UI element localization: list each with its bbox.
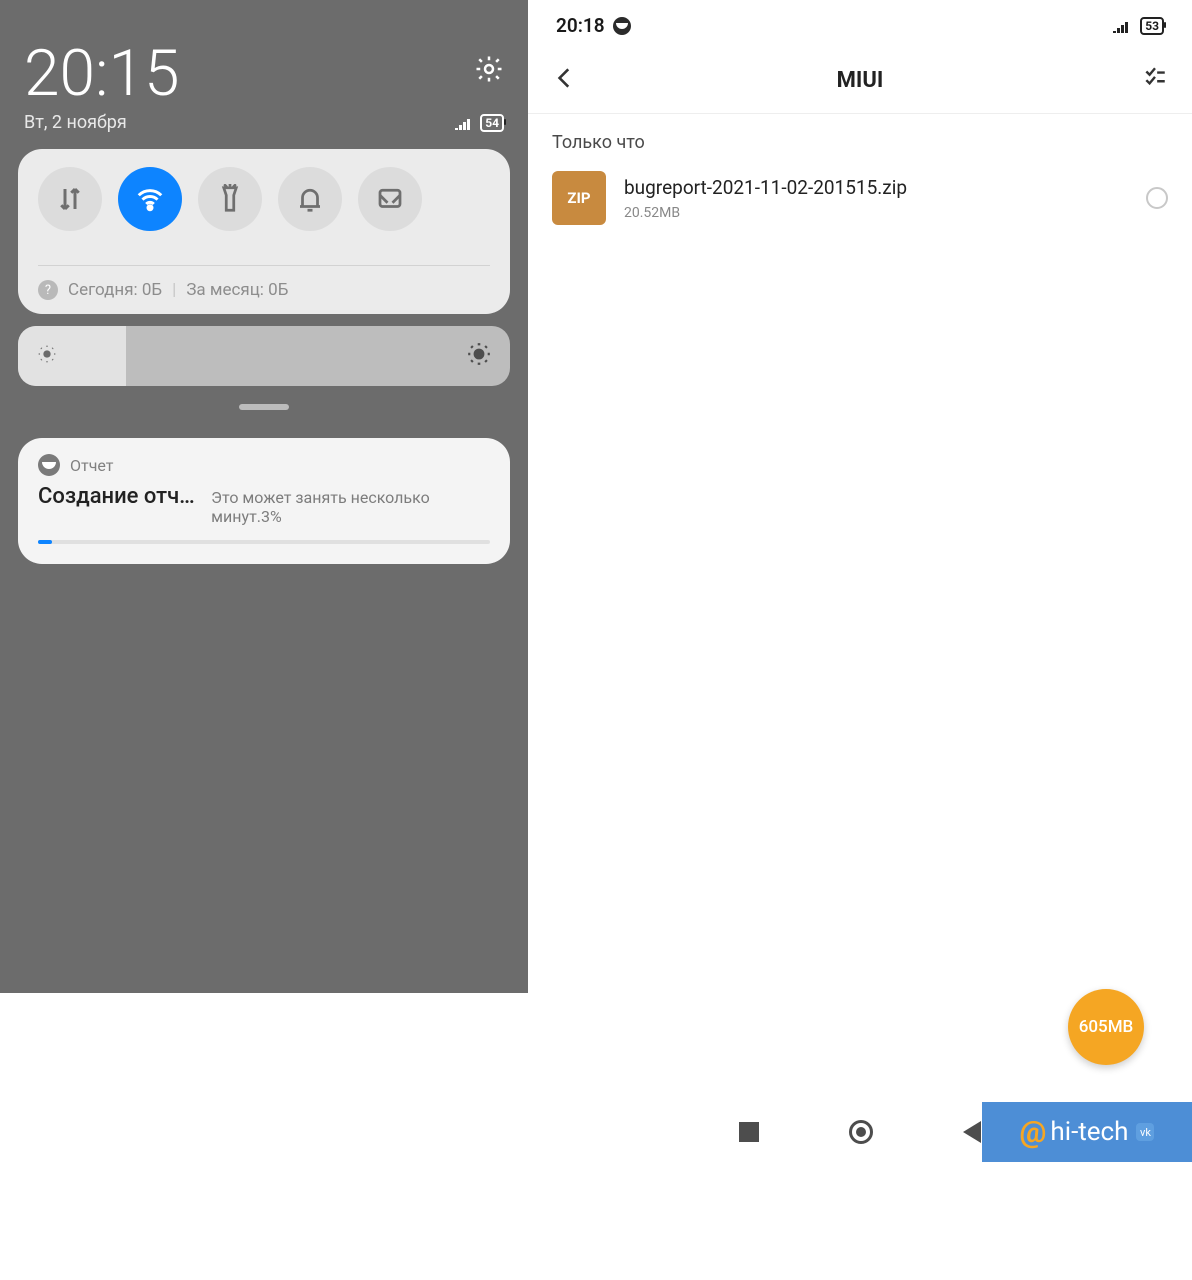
notif-subtitle: Это может занять несколько минут.3% bbox=[211, 488, 490, 526]
shade-handle[interactable] bbox=[239, 404, 289, 410]
notification-card[interactable]: Отчет Создание отче.. Это может занять н… bbox=[18, 438, 510, 564]
dnd-toggle[interactable] bbox=[278, 167, 342, 231]
file-row[interactable]: ZIP bugreport-2021-11-02-201515.zip 20.5… bbox=[528, 161, 1192, 235]
report-app-icon bbox=[38, 454, 60, 476]
question-icon: ? bbox=[38, 280, 58, 300]
gear-icon[interactable] bbox=[474, 54, 504, 88]
date: Вт, 2 ноября bbox=[24, 112, 127, 133]
select-all-icon[interactable] bbox=[1142, 65, 1168, 95]
brightness-low-icon bbox=[36, 343, 58, 369]
nav-back-icon[interactable] bbox=[963, 1121, 981, 1143]
zip-file-icon: ZIP bbox=[552, 171, 606, 225]
at-icon: @ bbox=[1020, 1115, 1047, 1150]
app-navbar: MIUI bbox=[528, 43, 1192, 114]
screenshot-toggle[interactable] bbox=[358, 167, 422, 231]
file-select-radio[interactable] bbox=[1146, 187, 1168, 209]
navbar-title: MIUI bbox=[837, 68, 884, 93]
vk-icon: vk bbox=[1136, 1123, 1154, 1141]
brightness-high-icon bbox=[466, 341, 492, 371]
wifi-toggle[interactable] bbox=[118, 167, 182, 231]
status-bar: 20:18 53 bbox=[528, 0, 1192, 43]
notif-progress bbox=[38, 540, 490, 544]
back-icon[interactable] bbox=[552, 65, 578, 95]
status-icons: 54 bbox=[454, 114, 504, 132]
status-app-icon bbox=[613, 17, 631, 35]
watermark-text: hi-tech bbox=[1050, 1117, 1128, 1147]
usage-month: За месяц: 0Б bbox=[186, 280, 288, 300]
usage-today: Сегодня: 0Б bbox=[68, 280, 162, 300]
clock: 20:15 bbox=[24, 42, 179, 106]
notif-title: Создание отче.. bbox=[38, 484, 195, 509]
nav-home-icon[interactable] bbox=[849, 1120, 873, 1144]
quick-toggles-card: ? Сегодня: 0Б | За месяц: 0Б bbox=[18, 149, 510, 314]
section-label: Только что bbox=[528, 114, 1192, 161]
notification-shade: 20:15 Вт, 2 ноября 54 bbox=[0, 0, 528, 993]
status-time: 20:18 bbox=[556, 14, 605, 37]
signal-icon bbox=[1112, 19, 1132, 33]
nav-recents-icon[interactable] bbox=[739, 1122, 759, 1142]
watermark-banner: @ hi-tech vk bbox=[982, 1102, 1192, 1162]
data-usage-row[interactable]: ? Сегодня: 0Б | За месяц: 0Б bbox=[38, 265, 490, 300]
file-size: 20.52MB bbox=[624, 205, 907, 221]
file-manager-screen: 20:18 53 MIUI Только что ZIP bugreport-2… bbox=[528, 0, 1192, 1280]
signal-icon bbox=[454, 116, 474, 130]
flashlight-toggle[interactable] bbox=[198, 167, 262, 231]
data-toggle[interactable] bbox=[38, 167, 102, 231]
file-name: bugreport-2021-11-02-201515.zip bbox=[624, 176, 907, 199]
battery-icon: 54 bbox=[480, 114, 504, 132]
notif-app-name: Отчет bbox=[70, 456, 114, 475]
storage-fab[interactable]: 605MB bbox=[1068, 989, 1144, 1065]
battery-icon: 53 bbox=[1140, 17, 1164, 35]
brightness-slider[interactable] bbox=[18, 326, 510, 386]
